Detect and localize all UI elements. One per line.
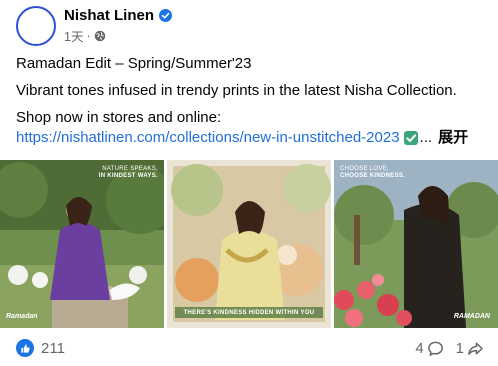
photo-3-brand: RAMADAN xyxy=(453,313,490,320)
photo-3-image xyxy=(334,160,498,328)
post-title-line: Ramadan Edit – Spring/Summer'23 xyxy=(16,55,252,72)
globe-icon[interactable] xyxy=(94,30,106,42)
photo-1-brand: Ramadan xyxy=(6,313,38,320)
comment-count-button[interactable]: 4 xyxy=(415,340,443,357)
photo-3-caption: CHOOSE LOVE, CHOOSE KINDNESS. xyxy=(340,166,405,180)
share-count-button[interactable]: 1 xyxy=(456,340,484,357)
photo-1[interactable]: NATURE SPEAKS, IN KINDEST WAYS. Ramadan xyxy=(0,160,164,328)
reaction-summary[interactable]: 211 xyxy=(16,339,65,357)
thumbs-up-icon xyxy=(16,339,34,357)
post-timestamp[interactable]: 1天 xyxy=(64,26,83,45)
see-more-button[interactable]: 展开 xyxy=(438,128,468,148)
author-row: Nishat Linen xyxy=(64,7,173,24)
photo-2[interactable]: THERE'S KINDNESS HIDDEN WITHIN YOU xyxy=(167,160,331,328)
post-meta: 1天 · xyxy=(64,26,172,45)
page-avatar[interactable] xyxy=(16,6,56,46)
reaction-count: 211 xyxy=(41,339,65,357)
photo-grid: NATURE SPEAKS, IN KINDEST WAYS. Ramadan … xyxy=(0,160,498,328)
photo-1-image xyxy=(0,160,164,328)
post-description: Vibrant tones infused in trendy prints i… xyxy=(16,82,457,99)
post-link-row: https://nishatlinen.com/collections/new-… xyxy=(16,128,486,148)
photo-2-image xyxy=(167,160,331,328)
page-name-link[interactable]: Nishat Linen xyxy=(64,7,154,24)
comment-icon xyxy=(427,341,443,356)
verified-badge-icon xyxy=(159,9,173,22)
share-icon xyxy=(468,342,483,355)
photo-3-caption-line1: CHOOSE LOVE, xyxy=(340,166,389,172)
collection-link[interactable]: https://nishatlinen.com/collections/new-… xyxy=(16,128,400,148)
comment-count: 4 xyxy=(415,339,424,357)
post-message: Ramadan Edit – Spring/Summer'23 Vibrant … xyxy=(16,54,486,148)
post-shop-line: Shop now in stores and online: xyxy=(16,109,222,126)
post-header-text: Nishat Linen 1天 · xyxy=(64,7,173,45)
photo-2-banner: THERE'S KINDNESS HIDDEN WITHIN YOU xyxy=(175,307,323,318)
photo-1-caption-line2: IN KINDEST WAYS. xyxy=(98,173,158,179)
photo-1-caption: NATURE SPEAKS, IN KINDEST WAYS. xyxy=(99,166,158,180)
share-count: 1 xyxy=(455,339,464,357)
meta-separator: · xyxy=(86,28,91,43)
check-mark-emoji-icon xyxy=(403,130,419,146)
engagement-stats: 4 1 xyxy=(403,340,484,357)
photo-3[interactable]: CHOOSE LOVE, CHOOSE KINDNESS. RAMADAN xyxy=(334,160,498,328)
photo-1-caption-line1: NATURE SPEAKS, xyxy=(102,166,158,172)
text-ellipsis: ... xyxy=(419,129,433,146)
post-header: Nishat Linen 1天 · xyxy=(16,6,173,46)
photo-3-caption-line2: CHOOSE KINDNESS. xyxy=(340,173,406,179)
post-footer: 211 4 1 xyxy=(16,336,484,360)
